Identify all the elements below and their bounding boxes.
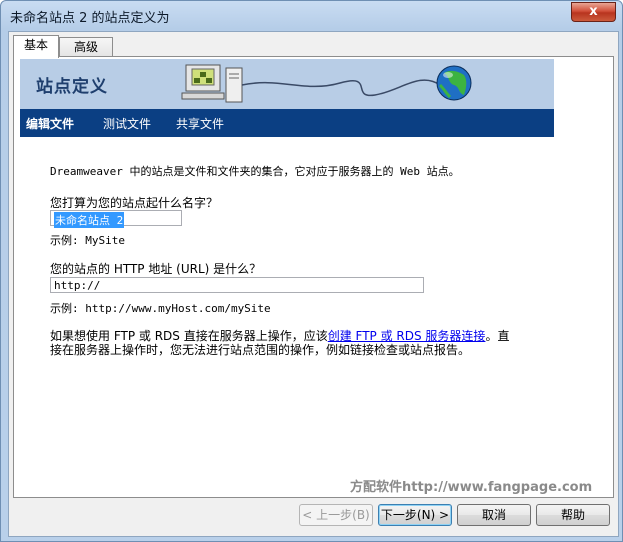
back-button[interactable]: < 上一步(B) [299,504,373,526]
site-url-question: 您的站点的 HTTP 地址 (URL) 是什么？ [50,262,262,276]
tab-advanced[interactable]: 高级 [59,37,113,57]
window-title: 未命名站点 2 的站点定义为 [10,11,170,26]
site-url-value: http:// [54,279,101,292]
dialog-window: 未命名站点 2 的站点定义为 x 基本 高级 站点定义 编辑文件 测试文件 共享… [0,0,623,542]
nav-test-files[interactable]: 测试文件 [103,115,151,132]
watermark-text: 方配软件http://www.fangpage.com [350,480,593,495]
tab-basic-label: 基本 [23,38,48,52]
computer-icon [181,64,243,103]
globe-icon [436,65,472,101]
ftp-note-text-tail: 。直 [485,329,510,343]
cancel-button[interactable]: 取消 [457,504,531,526]
tab-advanced-label: 高级 [73,40,98,54]
close-button[interactable]: x [571,2,616,22]
wizard-nav: 编辑文件 测试文件 共享文件 [20,109,554,137]
ftp-note-line2: 接在服务器上操作时，您无法进行站点范围的操作，例如链接检查或站点报告。 [50,343,471,357]
network-illustration [181,64,472,103]
close-icon: x [589,4,598,19]
site-definition-banner: 站点定义 [20,59,554,109]
site-name-example: 示例: MySite [50,234,125,247]
tab-basic[interactable]: 基本 [13,35,59,58]
dialog-body: 基本 高级 站点定义 编辑文件 测试文件 共享文件 Dreamweaver 中的… [8,31,619,537]
site-name-value: 未命名站点 2 [54,212,125,228]
intro-text: Dreamweaver 中的站点是文件和文件夹的集合，它对应于服务器上的 Web… [50,165,460,178]
tab-panel: 站点定义 编辑文件 测试文件 共享文件 Dreamweaver 中的站点是文件和… [13,56,614,498]
site-url-input[interactable]: http:// [50,277,424,293]
title-bar[interactable]: 未命名站点 2 的站点定义为 x [1,1,622,29]
help-button[interactable]: 帮助 [536,504,610,526]
site-url-example: 示例: http://www.myHost.com/mySite [50,302,271,315]
site-name-question: 您打算为您的站点起什么名字？ [50,196,219,210]
site-name-input[interactable]: 未命名站点 2 [50,210,182,228]
next-button[interactable]: 下一步(N) > [378,504,452,526]
nav-share-files[interactable]: 共享文件 [176,115,224,132]
nav-edit-files[interactable]: 编辑文件 [26,115,74,132]
